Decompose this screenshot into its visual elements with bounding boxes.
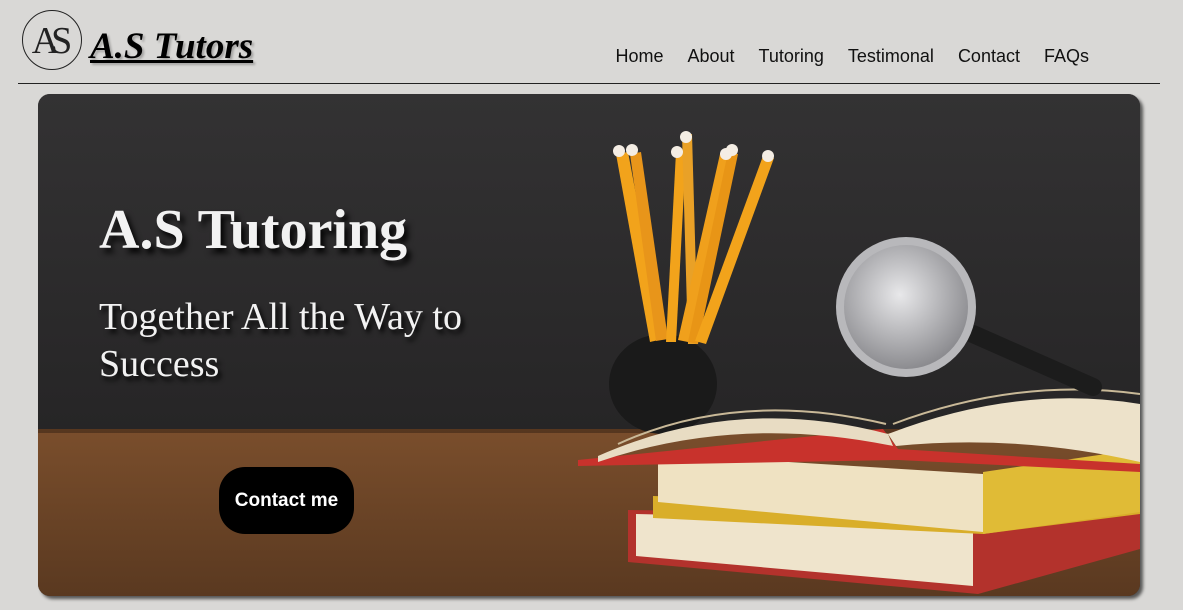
- contact-me-button[interactable]: Contact me: [219, 467, 354, 534]
- nav-item-contact[interactable]: Contact: [958, 46, 1020, 67]
- logo-monogram: AS: [31, 20, 73, 62]
- logo-icon[interactable]: AS: [22, 10, 82, 70]
- nav-item-home[interactable]: Home: [615, 46, 663, 67]
- brand-name[interactable]: A.S Tutors: [90, 28, 253, 65]
- main-nav: Home About Tutoring Testimonal Contact F…: [615, 46, 1089, 67]
- hero-banner: A.S Tutoring Together All the Way to Suc…: [38, 94, 1140, 596]
- header-divider: [18, 83, 1160, 84]
- hero-title: A.S Tutoring: [99, 199, 408, 261]
- nav-item-tutoring[interactable]: Tutoring: [759, 46, 824, 67]
- nav-item-testimonial[interactable]: Testimonal: [848, 46, 934, 67]
- nav-item-about[interactable]: About: [687, 46, 734, 67]
- site-header: AS A.S Tutors Home About Tutoring Testim…: [0, 0, 1183, 84]
- nav-item-faqs[interactable]: FAQs: [1044, 46, 1089, 67]
- hero-subtitle: Together All the Way to Success: [99, 296, 462, 385]
